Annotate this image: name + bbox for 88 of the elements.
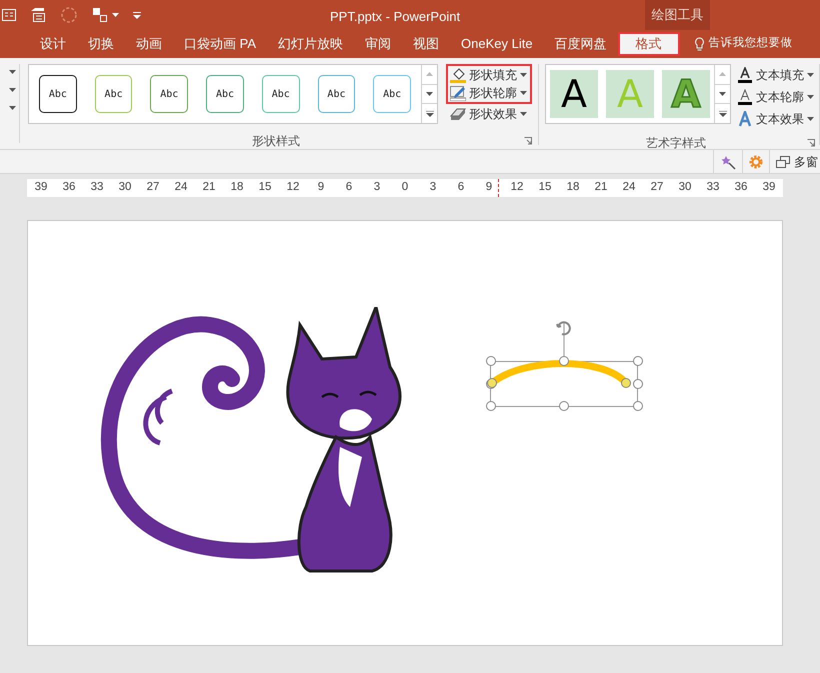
caret-icon: [520, 112, 527, 116]
ruler-number: 24: [174, 180, 188, 196]
ruler-number: 0: [400, 180, 410, 196]
shape-format-button[interactable]: 形状效果: [446, 104, 532, 124]
windows-icon: [776, 156, 790, 168]
caret-icon: [9, 106, 16, 110]
context-tab-group-label: 绘图工具: [645, 0, 710, 30]
caret-icon: [9, 88, 16, 92]
shape-format-button[interactable]: 形状填充: [446, 64, 532, 84]
caret-icon: [807, 117, 814, 121]
letter-a-fill-icon: [737, 67, 753, 83]
ruler-number: 39: [762, 180, 776, 196]
ruler-number: 3: [372, 180, 382, 196]
ribbon-tab[interactable]: 动画: [125, 32, 173, 56]
caret-icon[interactable]: [112, 13, 119, 17]
letter-a-glow-icon: [737, 111, 753, 127]
ribbon-tab[interactable]: 切换: [77, 32, 125, 56]
caret-icon: [719, 92, 726, 96]
ruler-number: 15: [258, 180, 272, 196]
ruler-number: 12: [510, 180, 524, 196]
tell-me-field[interactable]: 告诉我您想要做: [708, 35, 793, 53]
ribbon-tab[interactable]: OneKey Lite: [450, 32, 544, 56]
magic-wand-icon[interactable]: [720, 154, 736, 170]
ruler-number: 21: [594, 180, 608, 196]
ribbon-tab[interactable]: 设计: [29, 32, 77, 56]
shape-style-swatch[interactable]: Abc: [373, 75, 412, 113]
ruler-number: 27: [146, 180, 160, 196]
ruler-number: 36: [62, 180, 76, 196]
group-label: 艺术字样式: [645, 135, 707, 152]
shape-effect-icon: [450, 107, 466, 121]
shape-style-swatch[interactable]: Abc: [206, 75, 244, 113]
ruler-number: 9: [316, 180, 326, 196]
slide-layout-icon[interactable]: [2, 8, 16, 22]
shape-style-swatch[interactable]: Abc: [318, 75, 356, 113]
shape-style-swatch[interactable]: Abc: [94, 75, 132, 113]
arrange-icon[interactable]: [92, 7, 108, 23]
ribbon-tab[interactable]: 幻灯片放映: [267, 32, 354, 56]
ruler-number: 33: [706, 180, 720, 196]
ribbon-tab[interactable]: 审阅: [354, 32, 402, 56]
ruler-number: 18: [230, 180, 244, 196]
ruler-number: 30: [118, 180, 132, 196]
text-format-button[interactable]: 文本填充: [737, 64, 815, 86]
caret-up-icon: [719, 72, 726, 76]
ruler-number: 39: [34, 180, 48, 196]
dialog-launcher-icon[interactable]: [807, 139, 815, 147]
ruler-number: 9: [484, 180, 494, 196]
ruler-number: 21: [202, 180, 216, 196]
wordart-style-swatch[interactable]: A: [550, 70, 598, 118]
text-format-button[interactable]: 文本轮廓: [737, 86, 815, 108]
ruler-number: 18: [566, 180, 580, 196]
shape-style-swatch[interactable]: Abc: [150, 75, 188, 113]
customize-toolbar-icon[interactable]: [133, 12, 141, 18]
caret-icon: [520, 73, 527, 77]
ruler-number: 30: [678, 180, 692, 196]
ruler-number: 6: [344, 180, 354, 196]
ruler-number: 3: [428, 180, 438, 196]
caret-icon: [426, 92, 433, 96]
ruler-number: 6: [456, 180, 466, 196]
ribbon-tab[interactable]: 口袋动画 PA: [173, 32, 267, 56]
ruler-number: 15: [538, 180, 552, 196]
ruler-number: 27: [650, 180, 664, 196]
caret-icon: [520, 91, 527, 95]
ribbon-tab[interactable]: 视图: [402, 32, 450, 56]
lightbulb-icon: [694, 36, 705, 52]
shape-format-button[interactable]: 形状轮廓: [446, 84, 532, 104]
pencil-icon: [450, 85, 466, 101]
group-label: 形状样式: [251, 133, 301, 150]
caret-icon: [9, 70, 16, 74]
ribbon-tab[interactable]: 百度网盘: [544, 32, 618, 56]
ruler-number: 33: [90, 180, 104, 196]
shape-style-swatch[interactable]: Abc: [262, 75, 300, 113]
multi-window-button[interactable]: 多窗: [769, 150, 820, 173]
dialog-launcher-icon[interactable]: [524, 137, 532, 145]
new-slide-icon[interactable]: [30, 7, 46, 23]
paint-bucket-icon: [450, 67, 466, 83]
ruler-number: 24: [622, 180, 636, 196]
window-title: PPT.pptx - PowerPoint: [330, 8, 460, 26]
expand-gallery-icon: [426, 110, 434, 117]
caret-icon: [807, 95, 814, 99]
ruler-number: 12: [286, 180, 300, 196]
caret-icon: [807, 73, 814, 77]
shape-style-swatch[interactable]: Abc: [39, 75, 77, 113]
text-format-button[interactable]: 文本效果: [737, 108, 815, 130]
caret-up-icon: [426, 72, 433, 76]
expand-gallery-icon: [718, 110, 726, 117]
ruler-number: 36: [734, 180, 748, 196]
ribbon-tab[interactable]: 格式: [618, 32, 680, 56]
letter-a-outline-icon: [737, 89, 753, 105]
